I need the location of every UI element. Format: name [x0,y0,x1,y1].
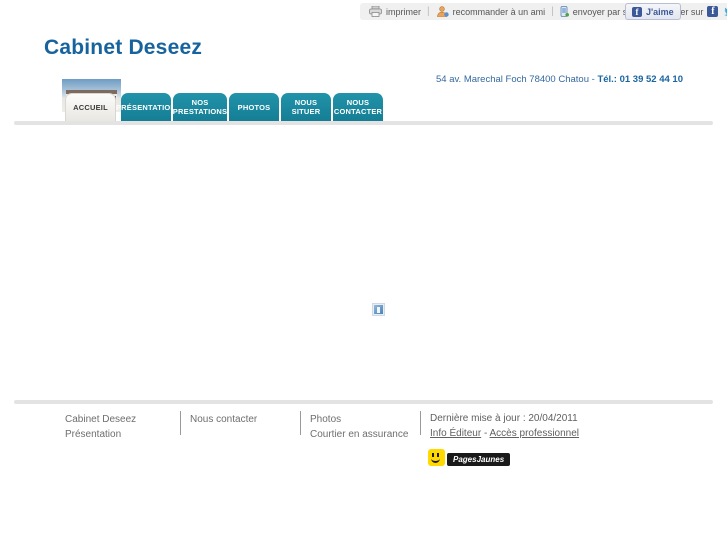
footer-separator [180,411,181,435]
toolbar-separator: | [551,6,554,17]
tab-label: NOS PRESTATIONS [173,98,227,116]
toolbar-separator: | [427,6,430,17]
footer-separator [300,411,301,435]
footer-separator [420,411,421,435]
facebook-like-button[interactable]: f J'aime [625,3,681,20]
footer-column-contact: Nous contacter [190,414,257,429]
broken-image-icon [372,303,385,316]
footer-column-photos: Photos Courtier en assurance [310,414,408,444]
printer-icon [369,6,382,17]
main-nav: ACCUEIL PRÉSENTATION NOS PRESTATIONS PHO… [65,93,385,121]
facebook-share-icon[interactable]: f [707,6,718,17]
footer-link-cabinet-deseez[interactable]: Cabinet Deseez [65,414,136,425]
tab-nos-prestations[interactable]: NOS PRESTATIONS [173,93,227,121]
footer-link-presentation[interactable]: Présentation [65,429,136,440]
footer-legal-links: Info Éditeur - Accès professionnel [430,428,579,439]
recommend-label: recommander à un ami [453,7,546,17]
tab-presentation[interactable]: PRÉSENTATION [121,93,171,121]
content-bottom-divider [14,400,713,404]
tab-label: NOUS CONTACTER [334,98,382,116]
print-button[interactable]: imprimer [369,6,421,17]
smiley-mouth [431,456,440,463]
like-label: J'aime [646,7,674,17]
info-editor-link[interactable]: Info Éditeur [430,428,481,439]
last-update-text: Dernière mise à jour : 20/04/2011 [430,413,578,424]
twitter-share-icon[interactable] [722,6,727,17]
content-top-divider [14,121,713,125]
address-text: 54 av. Marechal Foch 78400 Chatou [436,74,589,85]
tab-label: PRÉSENTATION [116,103,176,112]
broken-image-glyph [377,307,380,313]
pagesjaunes-logo[interactable]: PagesJaunes [428,449,510,466]
pagesjaunes-smiley-icon [428,449,445,466]
page-title: Cabinet Deseez [44,36,202,60]
tab-nous-situer[interactable]: NOUS SITUER [281,93,331,121]
print-label: imprimer [386,7,421,17]
address-line: 54 av. Marechal Foch 78400 Chatou - Tél.… [436,74,683,85]
phone-number: Tél.: 01 39 52 44 10 [597,74,683,85]
tab-label: NOUS SITUER [284,98,328,116]
footer-link-nous-contacter[interactable]: Nous contacter [190,414,257,425]
pro-access-link[interactable]: Accès professionnel [490,428,580,439]
footer-link-courtier[interactable]: Courtier en assurance [310,429,408,440]
recommend-button[interactable]: recommander à un ami [436,6,546,17]
footer-column-site: Cabinet Deseez Présentation [65,414,136,444]
tab-label: ACCUEIL [73,103,108,112]
mobile-phone-icon [560,6,569,17]
tab-accueil[interactable]: ACCUEIL [65,93,116,121]
tab-nous-contacter[interactable]: NOUS CONTACTER [333,93,383,121]
page: imprimer | recommander à un ami | envoye… [0,0,727,545]
pagesjaunes-wordmark: PagesJaunes [447,453,510,466]
person-icon [436,6,449,17]
tab-photos[interactable]: PHOTOS [229,93,279,121]
footer-link-photos[interactable]: Photos [310,414,408,425]
facebook-icon: f [632,7,642,17]
tab-label: PHOTOS [238,103,271,112]
